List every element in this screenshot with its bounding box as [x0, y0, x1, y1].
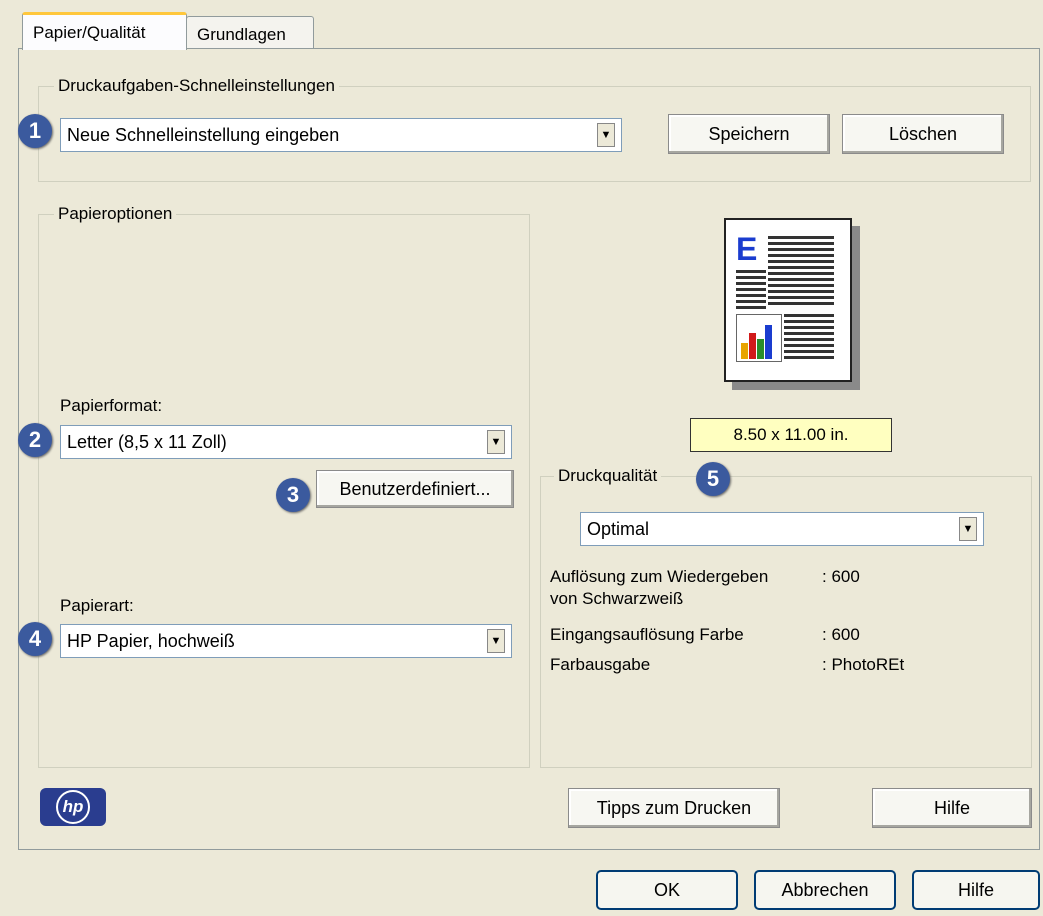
paper-options-legend: Papieroptionen: [54, 204, 177, 224]
panel-help-label: Hilfe: [933, 797, 970, 818]
preview-text-lines: [784, 314, 834, 360]
paper-size-readout: 8.50 x 11.00 in.: [690, 418, 892, 452]
callout-badge-4: 4: [18, 622, 52, 656]
print-quality-legend: Druckqualität: [554, 466, 662, 486]
paper-type-label: Papierart:: [60, 596, 134, 615]
paper-size-text: 8.50 x 11.00 in.: [733, 425, 849, 444]
page-preview: E: [724, 218, 852, 382]
tab-basics[interactable]: Grundlagen: [186, 16, 314, 50]
save-button[interactable]: Speichern: [668, 114, 830, 154]
ok-button[interactable]: OK: [596, 870, 738, 910]
tab-label: Papier/Qualität: [33, 23, 146, 42]
chevron-down-icon[interactable]: ▼: [487, 629, 505, 653]
preview-chart-icon: [736, 314, 782, 362]
paper-type-value: HP Papier, hochweiß: [67, 630, 235, 651]
quick-settings-value: Neue Schnelleinstellung eingeben: [67, 124, 340, 145]
chevron-down-icon[interactable]: ▼: [959, 517, 977, 541]
cancel-label: Abbrechen: [781, 879, 869, 900]
callout-badge-1: 1: [18, 114, 52, 148]
print-quality-select[interactable]: Optimal ▼: [580, 512, 984, 546]
save-label: Speichern: [708, 123, 790, 144]
cancel-button[interactable]: Abbrechen: [754, 870, 896, 910]
preview-text-lines: [736, 270, 766, 310]
help-label: Hilfe: [957, 879, 994, 900]
paper-format-value: Letter (8,5 x 11 Zoll): [67, 431, 227, 452]
paper-format-select[interactable]: Letter (8,5 x 11 Zoll) ▼: [60, 425, 512, 459]
callout-badge-2: 2: [18, 423, 52, 457]
chevron-down-icon[interactable]: ▼: [597, 123, 615, 147]
panel-help-button[interactable]: Hilfe: [872, 788, 1032, 828]
quick-settings-legend: Druckaufgaben-Schnelleinstellungen: [54, 76, 339, 96]
chevron-down-icon[interactable]: ▼: [487, 430, 505, 454]
hp-logo: hp: [40, 788, 106, 826]
print-tips-label: Tipps zum Drucken: [596, 797, 752, 818]
print-tips-button[interactable]: Tipps zum Drucken: [568, 788, 780, 828]
preview-text-lines: [768, 236, 834, 308]
callout-badge-5: 5: [696, 462, 730, 496]
tab-paper-quality[interactable]: Papier/Qualität: [22, 12, 187, 50]
color-output-label: Farbausgabe: [550, 655, 651, 674]
ok-label: OK: [653, 879, 680, 900]
help-button[interactable]: Hilfe: [912, 870, 1040, 910]
input-resolution-color-value: : 600: [822, 625, 860, 644]
tab-label: Grundlagen: [197, 25, 286, 44]
paper-format-label: Papierformat:: [60, 396, 163, 415]
input-resolution-color-label: Eingangsauflösung Farbe: [550, 625, 744, 644]
resolution-bw-label: Auflösung zum Wiedergeben von Schwarzwei…: [550, 567, 769, 608]
print-quality-value: Optimal: [587, 518, 650, 539]
custom-size-label: Benutzerdefiniert...: [339, 478, 491, 499]
delete-button[interactable]: Löschen: [842, 114, 1004, 154]
preview-heading-letter: E: [736, 231, 758, 267]
quick-settings-select[interactable]: Neue Schnelleinstellung eingeben ▼: [60, 118, 622, 152]
paper-type-select[interactable]: HP Papier, hochweiß ▼: [60, 624, 512, 658]
hp-logo-text: hp: [56, 790, 90, 824]
custom-size-button[interactable]: Benutzerdefiniert...: [316, 470, 514, 508]
callout-badge-3: 3: [276, 478, 310, 512]
color-output-value: : PhotoREt: [822, 655, 905, 674]
delete-label: Löschen: [888, 123, 958, 144]
resolution-bw-value: : 600: [822, 567, 860, 586]
